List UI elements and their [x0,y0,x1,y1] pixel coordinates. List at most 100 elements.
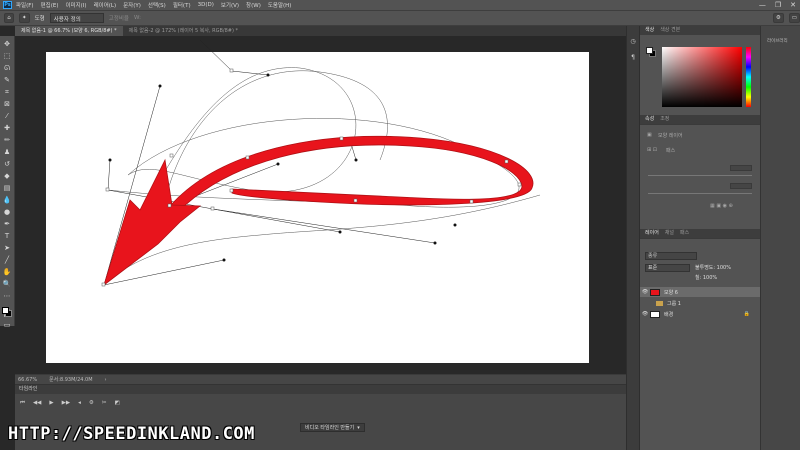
frame-tool-icon[interactable]: ⊠ [3,100,12,109]
tab-document-1[interactable]: 제목 없음-1 @ 66.7% (모양 6, RGB/8#) * [15,26,123,36]
move-tool-icon[interactable]: ✥ [3,40,12,49]
audio-icon[interactable]: ◂ [78,400,81,407]
zoom-tool-icon[interactable]: 🔍 [3,280,12,289]
width-label: W: [133,15,141,21]
screen-mode-icon[interactable]: ▭ [3,321,12,330]
next-frame-icon[interactable]: ▶▶ [62,400,70,407]
menu-window[interactable]: 창(W) [246,1,261,9]
width-field[interactable] [730,165,752,171]
split-icon[interactable]: ✂ [102,400,107,407]
layer-name: 배경 [664,311,674,318]
create-video-timeline-button[interactable]: 비디오 타임라인 만들기 ▾ [300,423,365,432]
tab-layers[interactable]: 레이어 [645,229,659,238]
layer-row-shape[interactable]: 👁 모양 6 [640,287,760,297]
hue-slider[interactable] [746,47,751,107]
tab-adjustments[interactable]: 조정 [660,115,669,124]
color-picker-field[interactable] [662,47,742,107]
tab-paths[interactable]: 패스 [680,229,689,238]
type-tool-icon[interactable]: T [3,232,12,241]
chevron-down-icon[interactable]: ▾ [357,424,360,431]
foreground-color[interactable] [2,307,9,314]
menu-view[interactable]: 보기(V) [221,1,239,9]
status-bar: 66.67% 문서:8.93M/24.0M › [15,374,626,384]
close-icon[interactable]: ✕ [790,0,796,10]
gear-icon[interactable]: ⚙ [772,13,784,23]
pen-tool-icon[interactable]: ✒ [3,220,12,229]
menu-select[interactable]: 선택(S) [148,1,166,9]
property-slider[interactable] [648,175,752,176]
quick-select-tool-icon[interactable]: ✎ [3,76,12,85]
eye-icon[interactable]: 👁 [640,311,650,317]
menu-help[interactable]: 도움말(H) [268,1,292,9]
fill-field[interactable]: 칠: 100% [695,274,717,281]
transform-icons[interactable]: ⊞ ⊡ [647,147,657,153]
menu-file[interactable]: 파일(F) [16,1,34,9]
crop-tool-icon[interactable]: ⌗ [3,88,12,97]
anchor-point [504,159,509,164]
photoshop-logo: Ps [3,1,12,9]
property-slider[interactable] [648,193,752,194]
eraser-tool-icon[interactable]: ◆ [3,172,12,181]
anchor-point [229,68,234,73]
status-arrow-icon[interactable]: › [105,377,107,383]
libraries-label[interactable]: 라이브러리 [767,38,788,44]
lasso-tool-icon[interactable]: ᘏ [3,64,12,73]
healing-tool-icon[interactable]: ✚ [3,124,12,133]
tab-swatches[interactable]: 색상 견본 [660,26,680,35]
shape-tool-icon[interactable]: ╱ [3,256,12,265]
anchor-point [101,282,106,287]
maximize-icon[interactable]: ❐ [775,0,781,10]
blur-tool-icon[interactable]: 💧 [3,196,12,205]
tab-properties[interactable]: 속성 [645,115,654,124]
gradient-tool-icon[interactable]: ▤ [3,184,12,193]
layer-filter-select[interactable]: 종류 [645,252,697,260]
menu-layer[interactable]: 레이어(L) [94,1,117,9]
first-frame-icon[interactable]: ⏮ [20,400,25,407]
menu-edit[interactable]: 편집(E) [41,1,59,9]
more-tools-icon[interactable]: ⋯ [3,292,12,301]
history-brush-tool-icon[interactable]: ↺ [3,160,12,169]
opacity-field[interactable]: 불투명도: 100% [695,264,731,271]
menu-type[interactable]: 문자(Y) [123,1,141,9]
eye-icon[interactable]: 👁 [640,289,650,295]
layer-row-background[interactable]: 👁 배경 🔒 [640,309,760,319]
zoom-level[interactable]: 66.67% [18,377,37,383]
panel-foreground-color[interactable] [646,47,653,54]
preset-select[interactable]: 사용자 정의 [49,13,104,23]
tab-color[interactable]: 색상 [645,26,654,35]
anchor-point [339,136,344,141]
minimize-icon[interactable]: — [759,0,766,10]
clone-stamp-tool-icon[interactable]: ♟ [3,148,12,157]
marquee-tool-icon[interactable]: ⬚ [3,52,12,61]
prev-frame-icon[interactable]: ◀◀ [33,400,41,407]
path-select-tool-icon[interactable]: ➤ [3,244,12,253]
handle-line [231,70,269,76]
settings-icon[interactable]: ⚙ [89,400,94,407]
tool-preset-picker[interactable]: ✦ [19,13,30,23]
menu-image[interactable]: 이미지(I) [65,1,86,9]
layer-row-group[interactable]: 그룹 1 [640,298,760,308]
align-edges-icon[interactable]: ▭ [788,13,800,23]
hand-tool-icon[interactable]: ✋ [3,268,12,277]
menu-filter[interactable]: 필터(T) [173,1,191,9]
watermark: HTTP://SPEEDINKLAND.COM [8,424,255,444]
history-icon[interactable]: ◷ [629,38,637,46]
tab-document-2[interactable]: 제목 없음-2 @ 172% (레이어 5 복사, RGB/8#) * [123,26,244,36]
lock-icon[interactable]: 🔒 [744,311,750,317]
layers-panel: 종류 표준 불투명도: 100% 칠: 100% 👁 모양 6 그룹 1 👁 배… [640,238,760,450]
height-field[interactable] [730,183,752,189]
eyedropper-tool-icon[interactable]: ⁄ [3,112,12,121]
transition-icon[interactable]: ◩ [114,400,119,407]
properties-icon[interactable]: ¶ [629,54,637,62]
play-icon[interactable]: ▶ [49,400,53,407]
path-ops-icons[interactable]: ▦ ▣ ◉ ⊕ [710,203,733,209]
document-size: 문서:8.93M/24.0M [49,377,93,383]
dodge-tool-icon[interactable]: ● [3,208,12,217]
handle-point [108,158,112,162]
handle-point [433,241,437,245]
menu-3d[interactable]: 3D(D) [198,2,214,8]
tab-channels[interactable]: 채널 [665,229,674,238]
home-icon[interactable]: ⌂ [4,13,14,23]
blend-mode-select[interactable]: 표준 [645,264,690,272]
brush-tool-icon[interactable]: ✏ [3,136,12,145]
